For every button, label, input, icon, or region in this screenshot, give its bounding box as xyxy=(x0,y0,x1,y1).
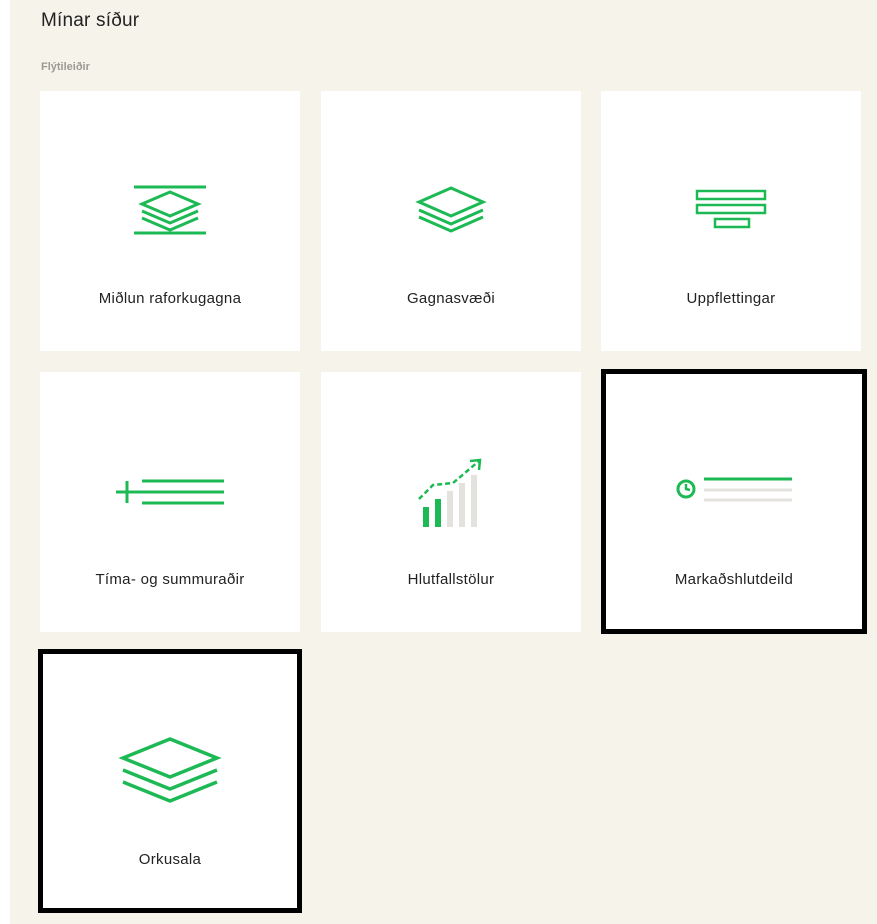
page-title: Mínar síður xyxy=(41,10,140,31)
tile-label: Hlutfallstölur xyxy=(407,571,495,588)
tile-midlun-raforkugagna[interactable]: Miðlun raforkugagna xyxy=(40,91,300,351)
page: Mínar síður Flýtileiðir Miðlun raforkuga… xyxy=(10,0,877,924)
tile-label: Uppflettingar xyxy=(686,290,776,307)
tile-tima-og-summuradir[interactable]: Tíma- og summuraðir xyxy=(40,372,300,632)
plus-lines-icon xyxy=(116,479,224,505)
layers-bracket-icon xyxy=(134,185,206,235)
tile-hlutfallstolur[interactable]: Hlutfallstölur xyxy=(321,372,581,632)
growth-chart-icon xyxy=(418,458,482,527)
tile-markadshlutdeild[interactable]: Markaðshlutdeild xyxy=(601,369,867,634)
tile-label: Orkusala xyxy=(138,851,202,868)
tile-label: Gagnasvæði xyxy=(406,290,496,307)
section-subtitle: Flýtileiðir xyxy=(41,61,90,73)
tile-label: Miðlun raforkugagna xyxy=(98,290,242,307)
layers-large-icon xyxy=(118,737,222,803)
tile-orkusala[interactable]: Orkusala xyxy=(38,649,302,913)
tile-uppflettingar[interactable]: Uppflettingar xyxy=(601,91,861,351)
stacked-bars-icon xyxy=(695,189,767,229)
tile-gagnasvaedi[interactable]: Gagnasvæði xyxy=(321,91,581,351)
layers-icon xyxy=(415,186,487,233)
tile-label: Tíma- og summuraðir xyxy=(95,571,245,588)
tile-label: Markaðshlutdeild xyxy=(674,571,794,588)
clock-lines-icon xyxy=(676,477,792,502)
